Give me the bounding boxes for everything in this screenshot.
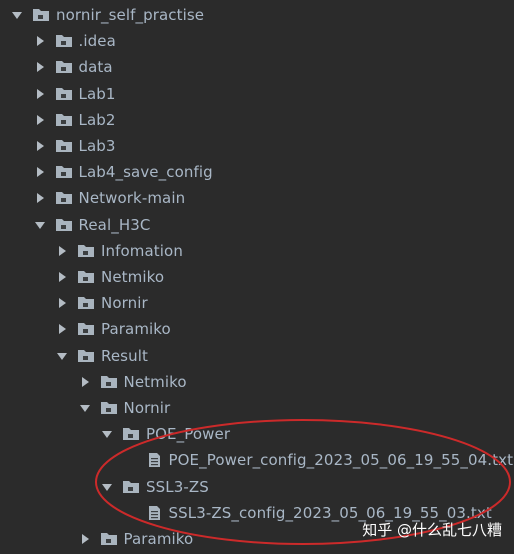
file-row[interactable]: POE_Power_config_2023_05_06_19_55_04.txt <box>0 447 514 473</box>
chevron-down-icon[interactable] <box>78 401 92 415</box>
tree-item-label: .idea <box>78 32 116 51</box>
chevron-down-icon[interactable] <box>55 349 69 363</box>
folder-row[interactable]: Lab4_save_config <box>0 159 514 185</box>
chevron-right-icon[interactable] <box>55 244 69 258</box>
chevron-right-icon[interactable] <box>33 139 47 153</box>
tree-item-label: POE_Power_config_2023_05_06_19_55_04.txt <box>168 451 514 470</box>
folder-row[interactable]: SSL3-ZS <box>0 474 514 500</box>
tree-item-label: Paramiko <box>123 530 194 548</box>
folder-icon <box>100 374 118 390</box>
tree-item-label: nornir_self_practise <box>56 6 205 24</box>
folder-icon <box>55 138 73 154</box>
chevron-right-icon[interactable] <box>55 322 69 336</box>
tree-item-label: Result <box>101 346 148 365</box>
folder-row[interactable]: Result <box>0 343 514 369</box>
folder-icon <box>100 400 118 416</box>
folder-icon <box>55 59 73 75</box>
folder-icon <box>55 190 73 206</box>
tree-item-label: Lab2 <box>78 110 116 129</box>
folder-row[interactable]: Lab1 <box>0 81 514 107</box>
chevron-right-icon[interactable] <box>33 113 47 127</box>
chevron-right-icon[interactable] <box>55 296 69 310</box>
tree-item-label: Netmiko <box>123 372 187 391</box>
chevron-right-icon[interactable] <box>78 375 92 389</box>
tree-item-label: Lab1 <box>78 84 116 103</box>
arrow-spacer <box>123 506 137 520</box>
chevron-right-icon[interactable] <box>33 191 47 205</box>
folder-row[interactable]: data <box>0 54 514 80</box>
chevron-down-icon[interactable] <box>100 427 114 441</box>
folder-icon <box>77 269 95 285</box>
folder-row[interactable]: Network-main <box>0 185 514 211</box>
folder-icon <box>77 348 95 364</box>
tree-item-label: POE_Power <box>146 425 231 444</box>
text-file-icon <box>145 505 163 521</box>
chevron-right-icon[interactable] <box>33 87 47 101</box>
folder-icon <box>77 243 95 259</box>
folder-row[interactable]: Infomation <box>0 238 514 264</box>
chevron-right-icon[interactable] <box>33 60 47 74</box>
tree-item-label: Nornir <box>101 294 148 313</box>
folder-icon <box>55 33 73 49</box>
tree-item-label: Real_H3C <box>78 215 151 234</box>
chevron-down-icon[interactable] <box>100 480 114 494</box>
arrow-spacer <box>123 453 137 467</box>
folder-icon <box>55 86 73 102</box>
folder-icon <box>32 7 50 23</box>
folder-row[interactable]: Netmiko <box>0 264 514 290</box>
folder-icon <box>55 112 73 128</box>
chevron-right-icon[interactable] <box>55 270 69 284</box>
folder-row[interactable]: Netmiko <box>0 369 514 395</box>
folder-row[interactable]: nornir_self_practise <box>0 2 514 28</box>
chevron-right-icon[interactable] <box>33 34 47 48</box>
chevron-right-icon[interactable] <box>33 165 47 179</box>
folder-row[interactable]: Lab3 <box>0 133 514 159</box>
chevron-down-icon[interactable] <box>33 218 47 232</box>
folder-icon <box>122 479 140 495</box>
tree-item-label: Lab4_save_config <box>78 163 213 182</box>
folder-icon <box>100 531 118 547</box>
watermark: 知乎 @什么乱七八糟 <box>362 521 502 539</box>
tree-item-label: Infomation <box>101 241 183 260</box>
folder-row[interactable]: Real_H3C <box>0 212 514 238</box>
text-file-icon <box>145 452 163 468</box>
folder-row[interactable]: POE_Power <box>0 421 514 447</box>
tree-item-label: Nornir <box>123 399 171 417</box>
chevron-down-icon[interactable] <box>10 8 24 22</box>
folder-row[interactable]: Nornir <box>0 290 514 316</box>
tree-item-label: Network-main <box>78 189 186 208</box>
folder-row[interactable]: Paramiko <box>0 316 514 342</box>
folder-row[interactable]: Lab2 <box>0 107 514 133</box>
folder-icon <box>77 295 95 311</box>
tree-item-label: Paramiko <box>101 320 171 339</box>
folder-icon <box>55 164 73 180</box>
tree-item-label: SSL3-ZS <box>146 477 209 496</box>
folder-icon <box>122 426 140 442</box>
folder-row[interactable]: Nornir <box>0 395 514 421</box>
tree-item-label: Netmiko <box>101 268 165 286</box>
chevron-right-icon[interactable] <box>78 532 92 546</box>
tree-item-label: Lab3 <box>78 137 116 155</box>
tree-item-label: data <box>78 58 113 77</box>
project-tree: nornir_self_practise .idea data Lab1 Lab2 Lab… <box>0 0 514 554</box>
folder-icon <box>55 217 73 233</box>
folder-row[interactable]: .idea <box>0 28 514 54</box>
folder-icon <box>77 321 95 337</box>
